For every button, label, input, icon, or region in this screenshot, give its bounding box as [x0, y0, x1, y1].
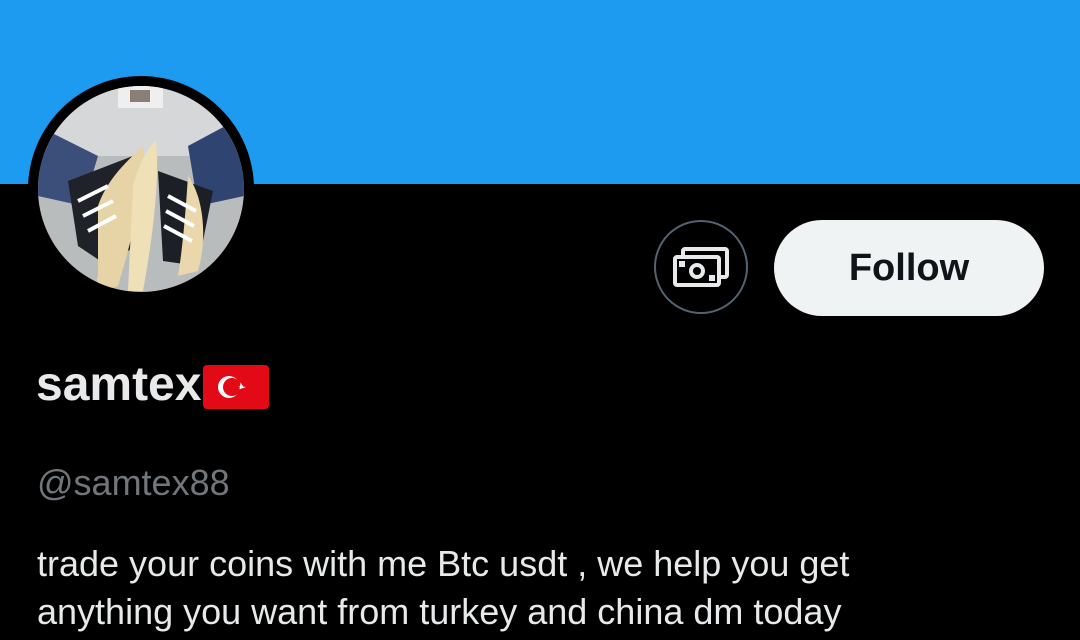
handle: @samtex88	[37, 462, 230, 503]
avatar[interactable]	[28, 76, 254, 302]
follow-button[interactable]: Follow	[774, 220, 1044, 316]
profile-page: Follow samtex @samtex88 trade your coins…	[0, 0, 1080, 640]
money-icon	[673, 247, 729, 287]
flag-turkey-icon	[203, 365, 270, 409]
tip-button[interactable]	[654, 220, 748, 314]
bio: trade your coins with me Btc usdt , we h…	[37, 540, 1047, 636]
display-name: samtex	[36, 358, 202, 411]
bio-line: anything you want from turkey and china …	[37, 591, 842, 632]
name-row: samtex	[36, 355, 270, 415]
avatar-photo	[38, 86, 244, 292]
bio-line: trade your coins with me Btc usdt , we h…	[37, 543, 850, 584]
